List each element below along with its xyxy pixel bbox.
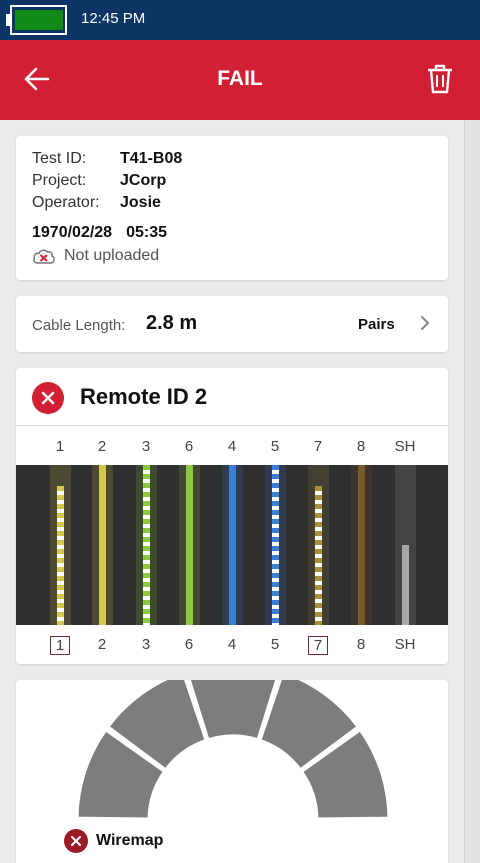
test-date: 1970/02/28 (32, 224, 113, 241)
test-datetime: 1970/02/28 05:35 (32, 224, 167, 242)
bottom-pin-label: 7 (308, 636, 328, 655)
test-id-value: T41-B08 (120, 150, 183, 167)
app-bar: FAIL (0, 40, 480, 120)
cable-length-value: 2.8 m (146, 312, 198, 334)
operator-value: Josie (120, 194, 161, 211)
battery-terminal (6, 14, 10, 26)
top-pin-label: 8 (356, 438, 366, 455)
bottom-pin-label: 6 (184, 636, 194, 653)
top-pin-label: 1 (55, 438, 65, 455)
pairs-link[interactable]: Pairs (358, 316, 395, 333)
top-pin-label: SH (394, 438, 416, 455)
test-info-card: Test ID: T41-B08 Project: JCorp Operator: J… (16, 136, 448, 280)
scrollbar[interactable] (464, 120, 480, 863)
top-pin-labels: 1 2 3 6 4 5 7 8 SH (16, 436, 448, 460)
project-row: Project: JCorp (32, 172, 166, 190)
remote-card: Remote ID 2 1 2 3 6 4 5 7 8 SH 1 2 3 6 4 5 7 8 SH (16, 368, 448, 664)
bottom-pin-label: 8 (356, 636, 366, 653)
wiremap-card[interactable]: Wiremap (16, 680, 448, 863)
top-pin-label: 3 (141, 438, 151, 455)
fail-icon (64, 829, 88, 853)
test-id-label: Test ID: (32, 150, 87, 167)
wire-1 (57, 486, 64, 625)
bottom-pin-label: SH (394, 636, 416, 653)
operator-row: Operator: Josie (32, 194, 161, 212)
top-pin-label: 2 (97, 438, 107, 455)
test-time: 05:35 (126, 224, 167, 241)
top-pin-label: 4 (227, 438, 237, 455)
battery-icon (10, 5, 67, 35)
wiremap-diagram (16, 465, 448, 625)
top-pin-label: 6 (184, 438, 194, 455)
divider (16, 425, 448, 426)
status-time: 12:45 PM (81, 10, 146, 27)
bottom-pin-label: 4 (227, 636, 237, 653)
chevron-right-icon[interactable] (418, 314, 432, 332)
cloud-error-icon (33, 249, 55, 264)
operator-label: Operator: (32, 194, 100, 211)
test-id-row: Test ID: T41-B08 (32, 150, 182, 168)
project-value: JCorp (120, 172, 167, 189)
cable-length-label: Cable Length: (32, 317, 126, 334)
bottom-pin-labels: 1 2 3 6 4 5 7 8 SH (16, 634, 448, 658)
bottom-pin-label: 3 (141, 636, 151, 653)
top-pin-label: 7 (313, 438, 323, 455)
cable-length-row[interactable]: Cable Length: 2.8 m Pairs (16, 296, 448, 352)
wire-5 (272, 465, 279, 625)
wire-SH (402, 545, 409, 625)
top-pin-label: 5 (270, 438, 280, 455)
bottom-pin-label: 1 (50, 636, 70, 655)
wire-2 (99, 465, 106, 625)
wire-4 (229, 465, 236, 625)
wire-3 (143, 465, 150, 625)
bottom-pin-label: 2 (97, 636, 107, 653)
trash-icon (428, 64, 452, 94)
wire-6 (186, 465, 193, 625)
project-label: Project: (32, 172, 87, 189)
wire-7 (315, 486, 322, 625)
page-title: FAIL (217, 67, 263, 90)
wiremap-graphic (75, 680, 391, 821)
upload-status-text: Not uploaded (64, 247, 160, 264)
fail-icon (32, 382, 64, 414)
wire-8 (358, 465, 365, 625)
remote-title: Remote ID 2 (80, 384, 208, 409)
delete-button[interactable] (424, 62, 456, 96)
wiremap-label: Wiremap (96, 832, 164, 849)
bottom-pin-label: 5 (270, 636, 280, 653)
status-bar: 12:45 PM (0, 0, 480, 40)
